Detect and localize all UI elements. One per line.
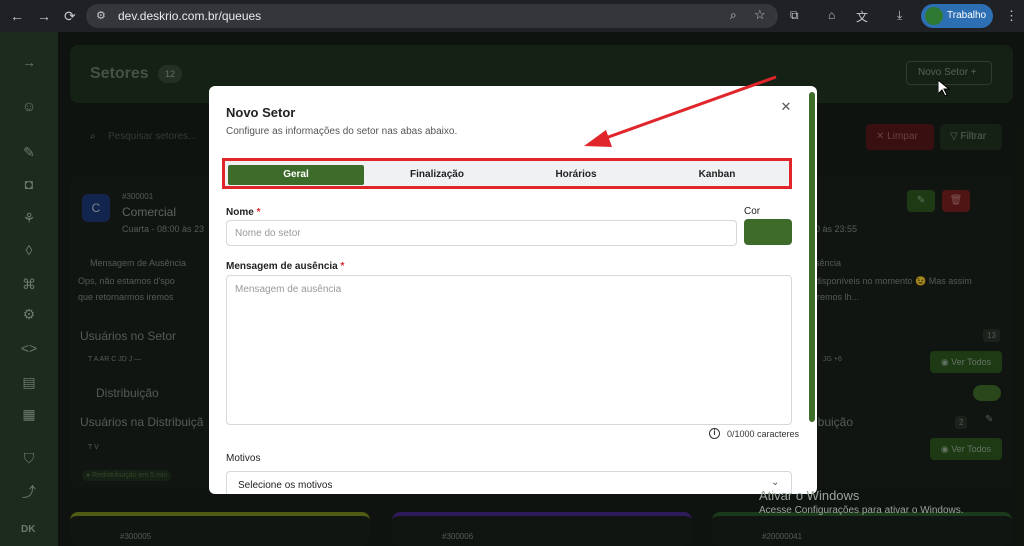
url-text: dev.deskrio.com.br/queues [118,9,262,23]
zoom-icon[interactable]: ⌕ [730,8,737,23]
absence-message-label-text: Mensagem de ausência [226,261,338,272]
browser-toolbar: ← → ⟳ ⚙ dev.deskrio.com.br/queues ⌕ ☆ ⧉ … [0,0,1024,32]
required-mark-absence: * [340,261,345,272]
download-icon[interactable]: ⤓ [897,8,902,23]
tab-horarios[interactable]: Horários [508,165,644,185]
extensions-icon[interactable]: ⧉ [790,8,799,23]
color-label: Cor [744,206,761,217]
watermark-line1: Ativar o Windows [759,488,860,503]
settings-icon[interactable]: ⚙ [20,306,38,322]
flow-icon[interactable]: ⚘ [20,210,38,226]
info-icon: i [709,428,720,439]
edit-icon[interactable]: ✎ [20,144,38,160]
new-sector-modal: Novo Setor Configure as informações do s… [209,86,817,494]
tags-icon[interactable]: ◊ [20,242,38,258]
shield-icon[interactable]: ⛉ [20,450,38,466]
user-avatar-initials[interactable]: DK [21,524,35,535]
required-mark: * [256,207,261,218]
tab-finalizacao[interactable]: Finalização [369,165,505,185]
reasons-select-value: Selecione os motivos [238,480,333,491]
code-icon[interactable]: <> [20,340,38,356]
name-label-text: Nome [226,207,254,218]
reload-icon[interactable]: ⟳ [64,8,76,25]
modal-subtitle: Configure as informações do setor nas ab… [226,126,458,137]
bookmark-star-icon[interactable]: ☆ [754,7,766,23]
profile-avatar [925,7,943,25]
sidebar: → ☺ ✎ ◘ ⚘ ◊ ⌘ ⚙ <> ▤ ▦ ⛉ ⤴ DK [0,32,58,546]
tab-kanban[interactable]: Kanban [649,165,785,185]
color-picker[interactable] [744,219,792,245]
address-bar[interactable]: ⚙ dev.deskrio.com.br/queues ⌕ ☆ [86,4,778,28]
incognito-icon[interactable]: ⌂ [828,8,835,22]
reasons-label: Motivos [226,453,261,464]
bot-icon[interactable]: ◘ [20,176,38,192]
mouse-cursor-icon [938,80,950,97]
reasons-select[interactable]: Selecione os motivos ⌄ [226,471,792,494]
site-info-icon[interactable]: ⚙ [96,9,106,22]
name-label: Nome * [226,207,260,218]
back-icon[interactable]: ← [10,8,24,24]
chevron-down-icon: ⌄ [771,477,780,488]
users-icon[interactable]: ☺ [20,98,38,114]
document-icon[interactable]: ▤ [20,374,38,390]
windows-activation-watermark: Ativar o Windows Acesse Configurações pa… [759,488,964,516]
network-icon[interactable]: ⌘ [20,276,38,292]
tab-geral[interactable]: Geral [228,165,364,185]
absence-message-textarea[interactable] [226,275,792,425]
modal-title: Novo Setor [226,105,296,120]
modal-scrollbar[interactable] [809,92,815,422]
close-icon[interactable]: ✕ [779,100,793,114]
modal-tabs: Geral Finalização Horários Kanban [222,158,792,189]
sector-name-input[interactable] [226,220,737,246]
forward-icon[interactable]: → [37,8,51,24]
profile-label: Trabalho [947,10,987,21]
watermark-line2: Acesse Configurações para ativar o Windo… [759,505,964,516]
profile-button[interactable]: Trabalho [921,4,993,28]
translate-icon[interactable]: 文 [856,8,868,25]
route-icon[interactable]: ⤴ [20,484,38,500]
absence-message-label: Mensagem de ausência * [226,261,344,272]
browser-menu-icon[interactable]: ⋮ [1005,8,1018,24]
grid-icon[interactable]: ▦ [20,406,38,422]
collapse-arrow-icon[interactable]: → [20,54,38,70]
character-counter: 0/1000 caracteres [727,429,800,439]
